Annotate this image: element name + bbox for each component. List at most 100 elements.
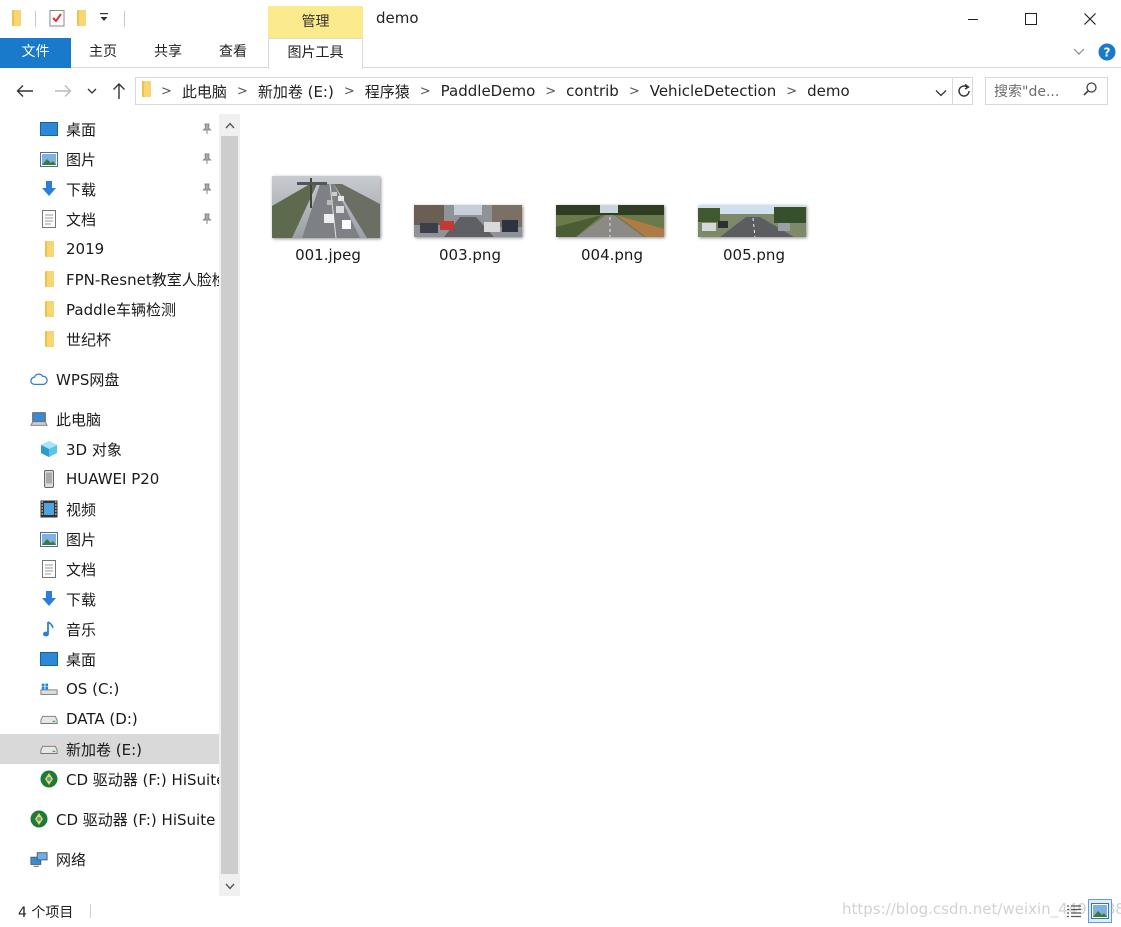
back-button[interactable] [14, 80, 36, 102]
breadcrumb-chevron-icon[interactable]: > [237, 84, 248, 99]
sidebar-item-label: 图片 [66, 150, 97, 169]
tab-file[interactable]: 文件 [0, 38, 71, 68]
minimize-button[interactable] [950, 0, 996, 38]
properties-icon[interactable] [49, 9, 65, 27]
sidebar-item-network[interactable]: 网络 [0, 844, 219, 874]
ribbon-tab-bar: 文件 主页 共享 查看 图片工具 ? [0, 38, 1121, 69]
breadcrumb-folder[interactable]: VehicleDetection [650, 82, 777, 100]
address-history-chevron-icon[interactable] [935, 86, 947, 102]
close-button[interactable] [1067, 0, 1113, 38]
tab-share[interactable]: 共享 [140, 38, 196, 68]
file-item-003[interactable]: 003.png [412, 172, 528, 272]
sidebar-item-wps[interactable]: WPS网盘 [0, 364, 219, 394]
sidebar-item-folder-paddle[interactable]: Paddle车辆检测 [0, 294, 219, 324]
desktop-icon [40, 120, 58, 138]
sidebar-item-cd-drive[interactable]: CD 驱动器 (F:) HiSuite [0, 764, 219, 794]
refresh-icon[interactable] [956, 83, 972, 103]
sidebar-item-videos[interactable]: 视频 [0, 494, 219, 524]
sidebar-item-this-pc[interactable]: 此电脑 [0, 404, 219, 434]
scroll-up-arrow-icon[interactable] [219, 115, 240, 135]
desktop-icon [40, 650, 58, 668]
documents-icon [40, 560, 58, 578]
breadcrumb-chevron-icon[interactable]: > [629, 84, 640, 99]
file-item-005[interactable]: 005.png [696, 172, 812, 272]
sidebar-item-pictures[interactable]: 图片 [0, 524, 219, 554]
sidebar-scroll-thumb[interactable] [221, 136, 238, 874]
sidebar-item-pictures[interactable]: 图片 [0, 144, 219, 174]
tab-picture-tools[interactable]: 图片工具 [268, 38, 363, 69]
download-icon [40, 180, 58, 198]
sidebar-item-label: HUAWEI P20 [66, 470, 160, 488]
sidebar-item-label: Paddle车辆检测 [66, 300, 177, 319]
breadcrumb-chevron-icon[interactable]: > [786, 84, 797, 99]
file-thumbnail [556, 205, 664, 237]
pin-icon[interactable] [200, 182, 214, 196]
sidebar-item-downloads[interactable]: 下载 [0, 174, 219, 204]
maximize-button[interactable] [1008, 0, 1054, 38]
large-icons-view-button[interactable] [1088, 899, 1112, 923]
quick-access-folder-icon[interactable] [12, 10, 21, 26]
breadcrumb-folder[interactable]: PaddleDemo [441, 82, 536, 100]
file-item-004[interactable]: 004.png [554, 172, 670, 272]
sidebar-item-documents[interactable]: 文档 [0, 204, 219, 234]
tab-home[interactable]: 主页 [76, 38, 130, 68]
breadcrumb-drive-e[interactable]: 新加卷 (E:) [258, 81, 334, 102]
breadcrumb-chevron-icon[interactable]: > [161, 84, 172, 99]
sidebar-item-folder-cup[interactable]: 世纪杯 [0, 324, 219, 354]
sidebar-item-label: CD 驱动器 (F:) HiSuite [66, 770, 219, 789]
address-bar[interactable]: > 此电脑 > 新加卷 (E:) > 程序猿 > PaddleDemo > co… [135, 77, 973, 105]
sidebar-item-drive-e[interactable]: 新加卷 (E:) [0, 734, 219, 764]
pin-icon[interactable] [200, 122, 214, 136]
tab-view[interactable]: 查看 [205, 38, 261, 68]
search-input[interactable]: 搜索"de... [994, 81, 1083, 101]
search-icon[interactable] [1083, 82, 1097, 100]
up-button[interactable] [108, 80, 130, 102]
new-folder-icon[interactable] [77, 10, 86, 26]
manage-context-tab[interactable]: 管理 [268, 6, 363, 38]
scroll-down-arrow-icon[interactable] [219, 876, 240, 896]
drive-icon [40, 710, 58, 728]
sidebar-item-3d-objects[interactable]: 3D 对象 [0, 434, 219, 464]
search-box[interactable]: 搜索"de... [985, 77, 1108, 105]
recent-locations-chevron-icon[interactable] [84, 80, 100, 102]
hisuite-icon [30, 810, 48, 828]
breadcrumb-chevron-icon[interactable]: > [545, 84, 556, 99]
pin-icon[interactable] [200, 152, 214, 166]
sidebar-item-folder-fpn[interactable]: FPN-Resnet教室人脸检 [0, 264, 219, 294]
forward-button[interactable] [52, 80, 74, 102]
sidebar-item-label: 音乐 [66, 620, 97, 639]
sidebar-item-documents[interactable]: 文档 [0, 554, 219, 584]
breadcrumb-this-pc[interactable]: 此电脑 [182, 81, 227, 102]
sidebar-item-drive-c[interactable]: OS (C:) [0, 674, 219, 704]
breadcrumb-folder[interactable]: contrib [566, 82, 619, 100]
sidebar-item-downloads[interactable]: 下载 [0, 584, 219, 614]
drive-icon [40, 740, 58, 758]
customize-dropdown-icon[interactable] [100, 12, 108, 22]
pictures-icon [40, 150, 58, 168]
sidebar-item-music[interactable]: 音乐 [0, 614, 219, 644]
breadcrumb-chevron-icon[interactable]: > [420, 84, 431, 99]
sidebar-item-desktop[interactable]: 桌面 [0, 644, 219, 674]
music-icon [40, 620, 58, 638]
pin-icon[interactable] [200, 212, 214, 226]
help-icon[interactable]: ? [1098, 43, 1116, 65]
documents-icon [40, 210, 58, 228]
sidebar-item-label: 3D 对象 [66, 440, 122, 459]
file-item-001[interactable]: 001.jpeg [270, 172, 386, 272]
sidebar-item-drive-d[interactable]: DATA (D:) [0, 704, 219, 734]
sidebar-item-huawei-p20[interactable]: HUAWEI P20 [0, 464, 219, 494]
sidebar-item-label: 文档 [66, 210, 97, 229]
divider [90, 904, 91, 918]
details-view-button[interactable] [1062, 899, 1086, 923]
3d-objects-icon [40, 440, 58, 458]
sidebar-item-folder-2019[interactable]: 2019 [0, 234, 219, 264]
breadcrumb-current[interactable]: demo [807, 82, 850, 100]
sidebar-item-label: 桌面 [66, 650, 97, 669]
address-folder-icon [142, 81, 151, 101]
sidebar-item-cd-drive-root[interactable]: CD 驱动器 (F:) HiSuite [0, 804, 219, 834]
file-name: 003.png [439, 246, 501, 264]
sidebar-item-desktop[interactable]: 桌面 [0, 114, 219, 144]
ribbon-expand-chevron-icon[interactable] [1072, 44, 1086, 62]
breadcrumb-chevron-icon[interactable]: > [344, 84, 355, 99]
breadcrumb-folder[interactable]: 程序猿 [365, 81, 410, 102]
